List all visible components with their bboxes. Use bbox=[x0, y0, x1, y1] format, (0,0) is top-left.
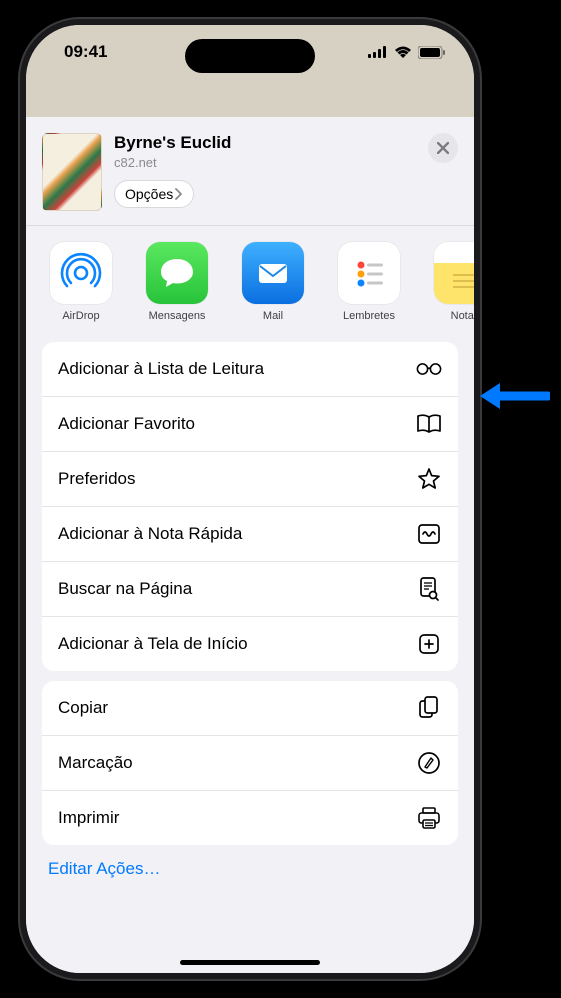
action-add-bookmark[interactable]: Adicionar Favorito bbox=[42, 397, 458, 452]
action-label: Buscar na Página bbox=[58, 579, 192, 599]
wifi-icon bbox=[394, 46, 412, 58]
share-app-notes[interactable]: Notas bbox=[426, 242, 474, 322]
page-thumbnail bbox=[42, 133, 102, 211]
action-print[interactable]: Imprimir bbox=[42, 791, 458, 845]
share-app-messages[interactable]: Mensagens bbox=[138, 242, 216, 322]
reminders-icon bbox=[349, 253, 389, 293]
action-label: Marcação bbox=[58, 753, 133, 773]
callout-arrow bbox=[478, 378, 550, 414]
action-group-1: Adicionar à Lista de Leitura Adicionar F… bbox=[42, 342, 458, 671]
chevron-right-icon bbox=[175, 188, 183, 200]
action-markup[interactable]: Marcação bbox=[42, 736, 458, 791]
messages-icon bbox=[157, 253, 197, 293]
status-indicators bbox=[368, 46, 446, 59]
action-copy[interactable]: Copiar bbox=[42, 681, 458, 736]
home-indicator[interactable] bbox=[180, 960, 320, 965]
book-open-icon bbox=[416, 411, 442, 437]
action-label: Imprimir bbox=[58, 808, 119, 828]
page-title: Byrne's Euclid bbox=[114, 133, 416, 153]
app-label: Lembretes bbox=[343, 310, 395, 322]
battery-icon bbox=[418, 46, 446, 59]
star-icon bbox=[416, 466, 442, 492]
sheet-header: Byrne's Euclid c82.net Opções bbox=[26, 117, 474, 226]
action-add-reading-list[interactable]: Adicionar à Lista de Leitura bbox=[42, 342, 458, 397]
action-label: Adicionar à Lista de Leitura bbox=[58, 359, 264, 379]
action-label: Adicionar Favorito bbox=[58, 414, 195, 434]
action-label: Copiar bbox=[58, 698, 108, 718]
share-app-mail[interactable]: Mail bbox=[234, 242, 312, 322]
share-app-reminders[interactable]: Lembretes bbox=[330, 242, 408, 322]
edit-actions-link[interactable]: Editar Ações… bbox=[26, 845, 474, 893]
quicknote-icon bbox=[416, 521, 442, 547]
markup-icon bbox=[416, 750, 442, 776]
app-label: AirDrop bbox=[62, 310, 99, 322]
action-label: Adicionar à Tela de Início bbox=[58, 634, 248, 654]
dynamic-island bbox=[185, 39, 315, 73]
action-group-2: Copiar Marcação Imprimir bbox=[42, 681, 458, 845]
page-backdrop bbox=[26, 79, 474, 117]
action-find-on-page[interactable]: Buscar na Página bbox=[42, 562, 458, 617]
doc-on-doc-icon bbox=[416, 695, 442, 721]
options-button[interactable]: Opções bbox=[114, 180, 194, 208]
cellular-icon bbox=[368, 46, 388, 58]
phone-frame: 09:41 Byrne's Euclid c82.net Opções bbox=[20, 19, 480, 979]
sheet-header-text: Byrne's Euclid c82.net Opções bbox=[114, 133, 416, 208]
action-add-home-screen[interactable]: Adicionar à Tela de Início bbox=[42, 617, 458, 671]
phone-screen: 09:41 Byrne's Euclid c82.net Opções bbox=[26, 25, 474, 973]
mail-icon bbox=[253, 253, 293, 293]
plus-square-icon bbox=[416, 631, 442, 657]
printer-icon bbox=[416, 805, 442, 831]
app-share-row[interactable]: AirDrop Mensagens Mail bbox=[26, 226, 474, 332]
status-time: 09:41 bbox=[64, 42, 107, 62]
options-label: Opções bbox=[125, 186, 173, 202]
share-app-airdrop[interactable]: AirDrop bbox=[42, 242, 120, 322]
airdrop-icon bbox=[59, 251, 103, 295]
edit-actions-label: Editar Ações… bbox=[48, 859, 160, 878]
close-button[interactable] bbox=[428, 133, 458, 163]
share-sheet: Byrne's Euclid c82.net Opções bbox=[26, 117, 474, 973]
app-label: Mail bbox=[263, 310, 283, 322]
page-subtitle: c82.net bbox=[114, 155, 416, 170]
app-label: Mensagens bbox=[149, 310, 206, 322]
doc-search-icon bbox=[416, 576, 442, 602]
action-label: Adicionar à Nota Rápida bbox=[58, 524, 242, 544]
action-label: Preferidos bbox=[58, 469, 135, 489]
glasses-icon bbox=[416, 356, 442, 382]
action-quick-note[interactable]: Adicionar à Nota Rápida bbox=[42, 507, 458, 562]
notes-icon bbox=[445, 253, 474, 293]
close-icon bbox=[437, 142, 449, 154]
app-label: Notas bbox=[451, 310, 474, 322]
action-favorites[interactable]: Preferidos bbox=[42, 452, 458, 507]
